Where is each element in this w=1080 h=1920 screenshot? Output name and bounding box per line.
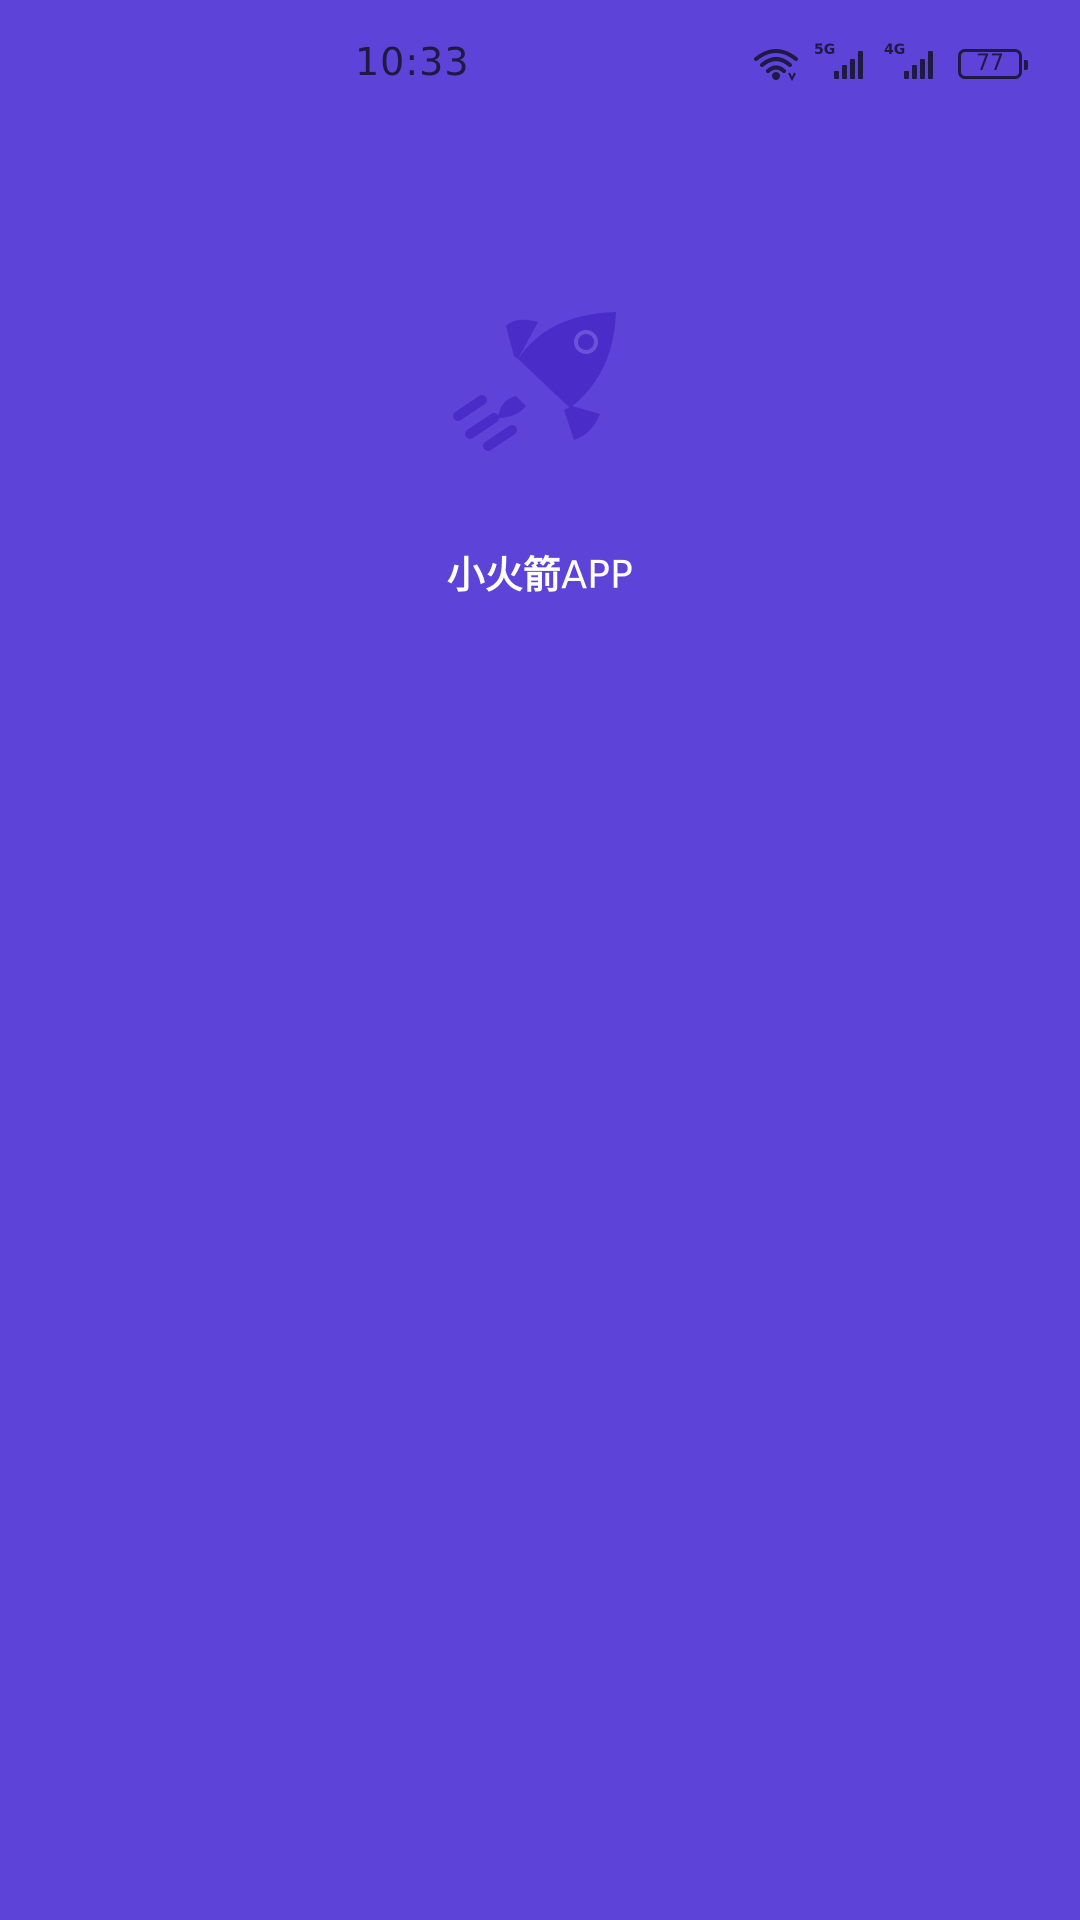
battery-icon: 77 — [958, 49, 1028, 79]
app-title-en: APP — [561, 553, 633, 597]
signal-4g: 4G — [884, 43, 940, 81]
splash-screen: 10:33 5G 4G 77 小火箭APP — [0, 0, 1080, 1920]
app-title-cn: 小火箭 — [447, 553, 562, 597]
battery-level: 77 — [976, 51, 1004, 76]
rocket-icon — [453, 312, 616, 451]
status-icons: 5G 4G 77 — [752, 43, 1028, 82]
signal-5g: 5G — [814, 43, 870, 81]
signal-icon — [904, 51, 933, 79]
status-time: 10:33 — [355, 40, 470, 84]
status-bar: 10:33 5G 4G 77 — [0, 0, 1080, 130]
wifi-icon — [752, 47, 800, 81]
signal-icon — [834, 51, 863, 79]
app-title: 小火箭APP — [0, 544, 1080, 599]
